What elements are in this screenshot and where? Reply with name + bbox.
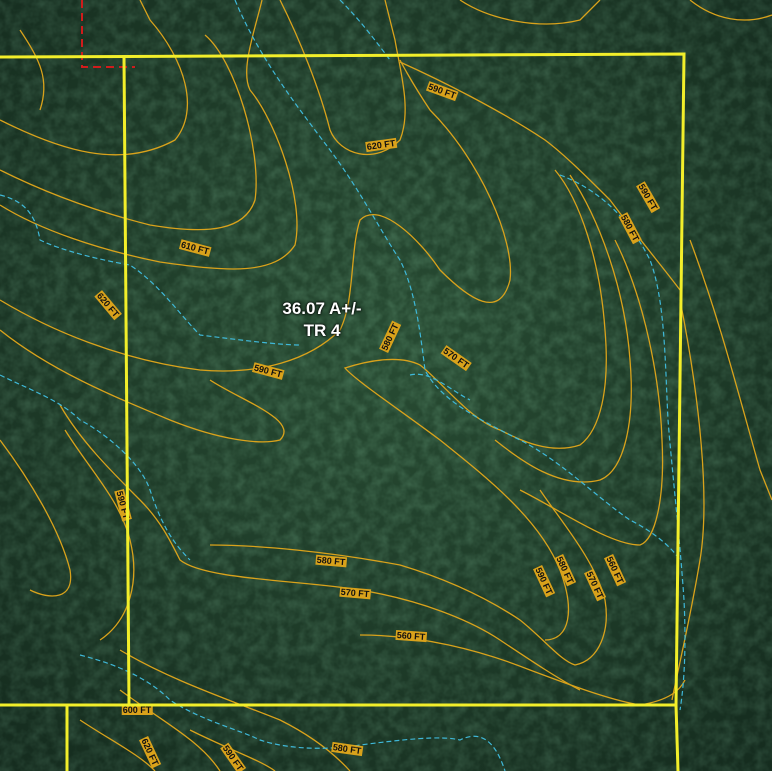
terrain-shade [0,0,772,771]
tract-label: 36.07 A+/- TR 4 [262,298,382,342]
south-tract-east-line [674,704,680,771]
tract-name: TR 4 [303,321,341,340]
tract-acreage: 36.07 A+/- [282,299,362,318]
map-view[interactable]: 590 FT 620 FT 590 FT 580 FT 610 FT 620 F… [0,0,772,771]
contour-label: 560 FT [396,630,426,642]
map-canvas: 590 FT 620 FT 590 FT 580 FT 610 FT 620 F… [0,0,772,771]
